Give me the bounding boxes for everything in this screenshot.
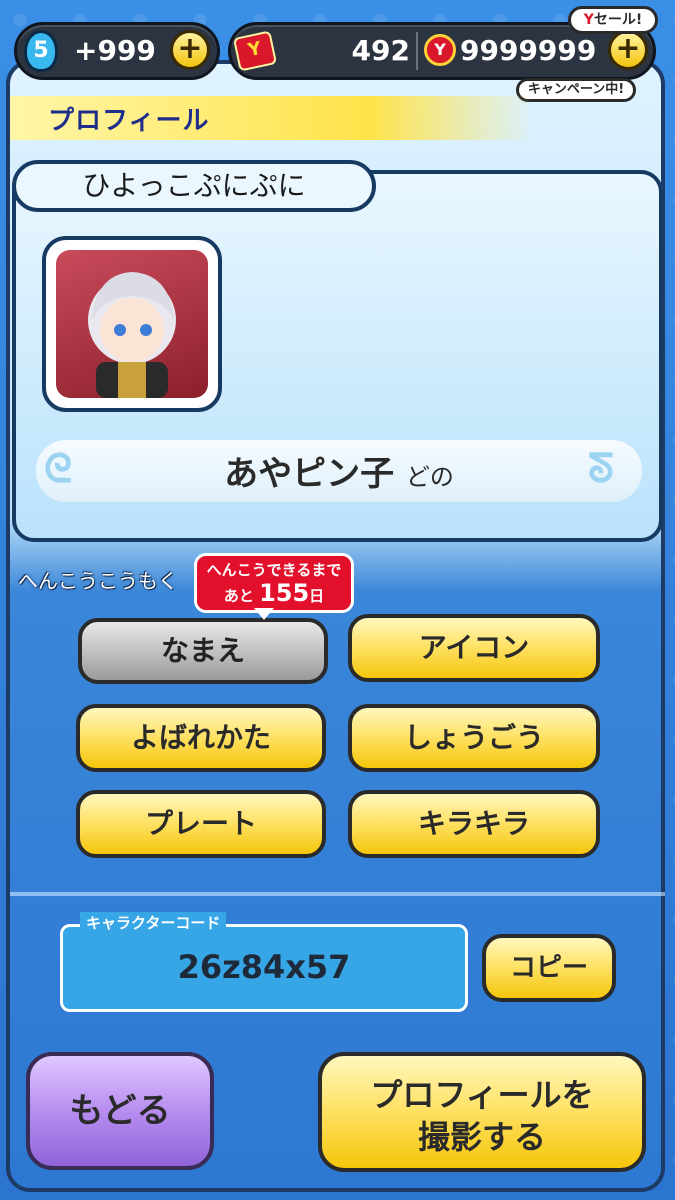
plate-button[interactable]: プレート — [76, 790, 326, 858]
call-name-suffix: どの — [405, 463, 454, 491]
countdown-line2: あと 155日 — [197, 580, 351, 609]
name-button[interactable]: なまえ — [78, 618, 328, 684]
back-button[interactable]: もどる — [26, 1052, 214, 1170]
call-name-button[interactable]: よばれかた — [76, 704, 326, 772]
photo-label-line2: 撮影する — [417, 1118, 546, 1156]
call-name: あやピン子 どの — [36, 446, 642, 495]
copy-button[interactable]: コピー — [482, 934, 616, 1002]
change-section-label: へんこうこうもく — [18, 569, 178, 593]
countdown-value: 155 — [259, 579, 310, 607]
sale-badge[interactable]: Yセール! — [568, 6, 658, 34]
character-code-label: キャラクターコード — [80, 912, 227, 933]
character-code-value: 26z84x57 — [177, 948, 351, 986]
countdown-bubble-tail — [254, 608, 274, 620]
sale-label: セール! — [593, 12, 643, 28]
avatar-portrait-icon — [88, 272, 176, 398]
coin-plus-button[interactable]: + — [608, 30, 648, 70]
ticket-count: 492 — [351, 34, 410, 67]
countdown-bubble: へんこうできるまで あと 155日 — [194, 553, 354, 613]
countdown-prefix: あと — [223, 587, 254, 605]
photo-label-line1: プロフィールを — [370, 1076, 594, 1114]
icon-button[interactable]: アイコン — [348, 614, 600, 682]
coin-count: 9999999 — [460, 34, 597, 67]
player-name: ひよっこぷにぷに — [12, 160, 376, 212]
countdown-unit: 日 — [309, 587, 325, 605]
coin-icon: Y — [424, 34, 456, 66]
stamina-plus-button[interactable]: + — [170, 30, 210, 70]
section-divider — [10, 892, 665, 896]
call-name-text: あやピン子 — [224, 454, 395, 494]
avatar — [56, 250, 208, 398]
countdown-line1: へんこうできるまで — [206, 561, 342, 579]
stamina-count: +999 — [74, 34, 156, 67]
currency-divider — [416, 32, 418, 70]
page-title: プロフィール — [48, 106, 210, 136]
sale-y-icon: Y — [583, 12, 594, 28]
title-button[interactable]: しょうごう — [348, 704, 600, 772]
take-profile-photo-button[interactable]: プロフィールを 撮影する — [318, 1052, 646, 1172]
sparkle-button[interactable]: キラキラ — [348, 790, 600, 858]
level-badge: 5 — [24, 30, 58, 72]
